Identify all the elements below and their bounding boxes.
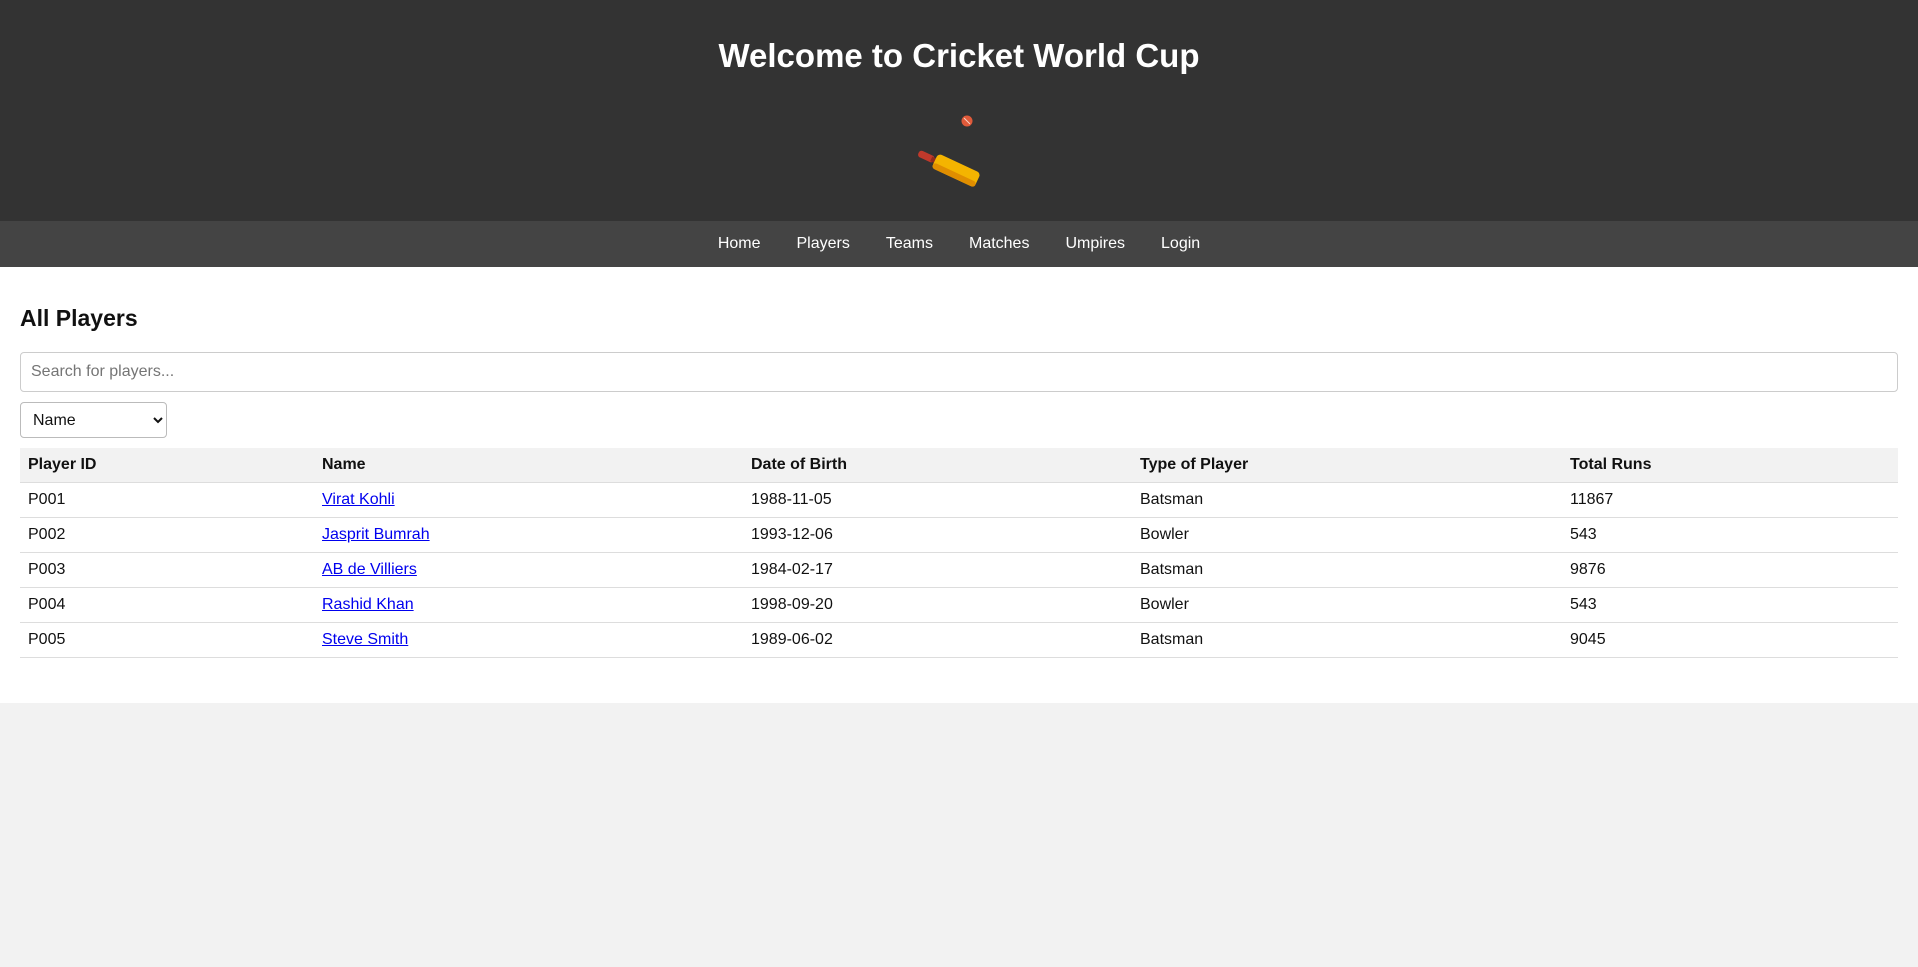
column-header-type-of-player: Type of Player xyxy=(1132,448,1562,483)
column-header-player-id: Player ID xyxy=(20,448,314,483)
player-id-cell: P003 xyxy=(20,552,314,588)
table-row: P001 Virat Kohli 1988-11-05 Batsman 1186… xyxy=(20,482,1898,518)
player-type-cell: Bowler xyxy=(1132,517,1562,553)
total-runs-cell: 11867 xyxy=(1562,482,1898,518)
player-id-cell: P001 xyxy=(20,482,314,518)
cricket-bat-and-ball-icon xyxy=(918,115,980,187)
page-title: Welcome to Cricket World Cup xyxy=(718,37,1200,74)
table-row: P004 Rashid Khan 1998-09-20 Bowler 543 xyxy=(20,587,1898,623)
player-type-cell: Batsman xyxy=(1132,482,1562,518)
table-row: P003 AB de Villiers 1984-02-17 Batsman 9… xyxy=(20,552,1898,588)
nav-login[interactable]: Login xyxy=(1143,235,1218,253)
player-name-link[interactable]: Rashid Khan xyxy=(322,596,414,613)
section-title: All Players xyxy=(20,305,138,331)
player-name-link[interactable]: Virat Kohli xyxy=(322,491,395,508)
search-input[interactable] xyxy=(20,352,1898,392)
player-id-cell: P004 xyxy=(20,587,314,623)
nav-matches[interactable]: Matches xyxy=(951,235,1047,253)
site-header: Welcome to Cricket World Cup xyxy=(0,0,1918,221)
nav-players[interactable]: Players xyxy=(779,235,868,253)
player-type-cell: Batsman xyxy=(1132,622,1562,658)
player-id-cell: P005 xyxy=(20,622,314,658)
player-name-cell: Rashid Khan xyxy=(314,587,743,623)
main-nav: Home Players Teams Matches Umpires Login xyxy=(0,221,1918,267)
total-runs-cell: 543 xyxy=(1562,587,1898,623)
table-row: P005 Steve Smith 1989-06-02 Batsman 9045 xyxy=(20,622,1898,658)
dob-cell: 1984-02-17 xyxy=(743,552,1132,588)
column-header-name: Name xyxy=(314,448,743,483)
nav-home[interactable]: Home xyxy=(700,235,779,253)
column-header-date-of-birth: Date of Birth xyxy=(743,448,1132,483)
table-header-row: Player ID Name Date of Birth Type of Pla… xyxy=(20,448,1898,483)
total-runs-cell: 9876 xyxy=(1562,552,1898,588)
player-type-cell: Batsman xyxy=(1132,552,1562,588)
player-name-link[interactable]: AB de Villiers xyxy=(322,561,417,578)
player-type-cell: Bowler xyxy=(1132,587,1562,623)
dob-cell: 1989-06-02 xyxy=(743,622,1132,658)
dob-cell: 1998-09-20 xyxy=(743,587,1132,623)
dob-cell: 1993-12-06 xyxy=(743,517,1132,553)
player-name-cell: Virat Kohli xyxy=(314,482,743,518)
player-id-cell: P002 xyxy=(20,517,314,553)
total-runs-cell: 9045 xyxy=(1562,622,1898,658)
players-section: All Players Name Player ID Name Date of … xyxy=(0,267,1918,703)
dob-cell: 1988-11-05 xyxy=(743,482,1132,518)
column-header-total-runs: Total Runs xyxy=(1562,448,1898,483)
player-name-cell: Jasprit Bumrah xyxy=(314,517,743,553)
player-name-cell: AB de Villiers xyxy=(314,552,743,588)
players-table: Player ID Name Date of Birth Type of Pla… xyxy=(20,448,1898,658)
player-name-link[interactable]: Jasprit Bumrah xyxy=(322,526,430,543)
total-runs-cell: 543 xyxy=(1562,517,1898,553)
table-row: P002 Jasprit Bumrah 1993-12-06 Bowler 54… xyxy=(20,517,1898,553)
sort-select[interactable]: Name xyxy=(20,402,167,438)
player-name-link[interactable]: Steve Smith xyxy=(322,631,408,648)
player-name-cell: Steve Smith xyxy=(314,622,743,658)
nav-umpires[interactable]: Umpires xyxy=(1047,235,1143,253)
nav-teams[interactable]: Teams xyxy=(868,235,951,253)
